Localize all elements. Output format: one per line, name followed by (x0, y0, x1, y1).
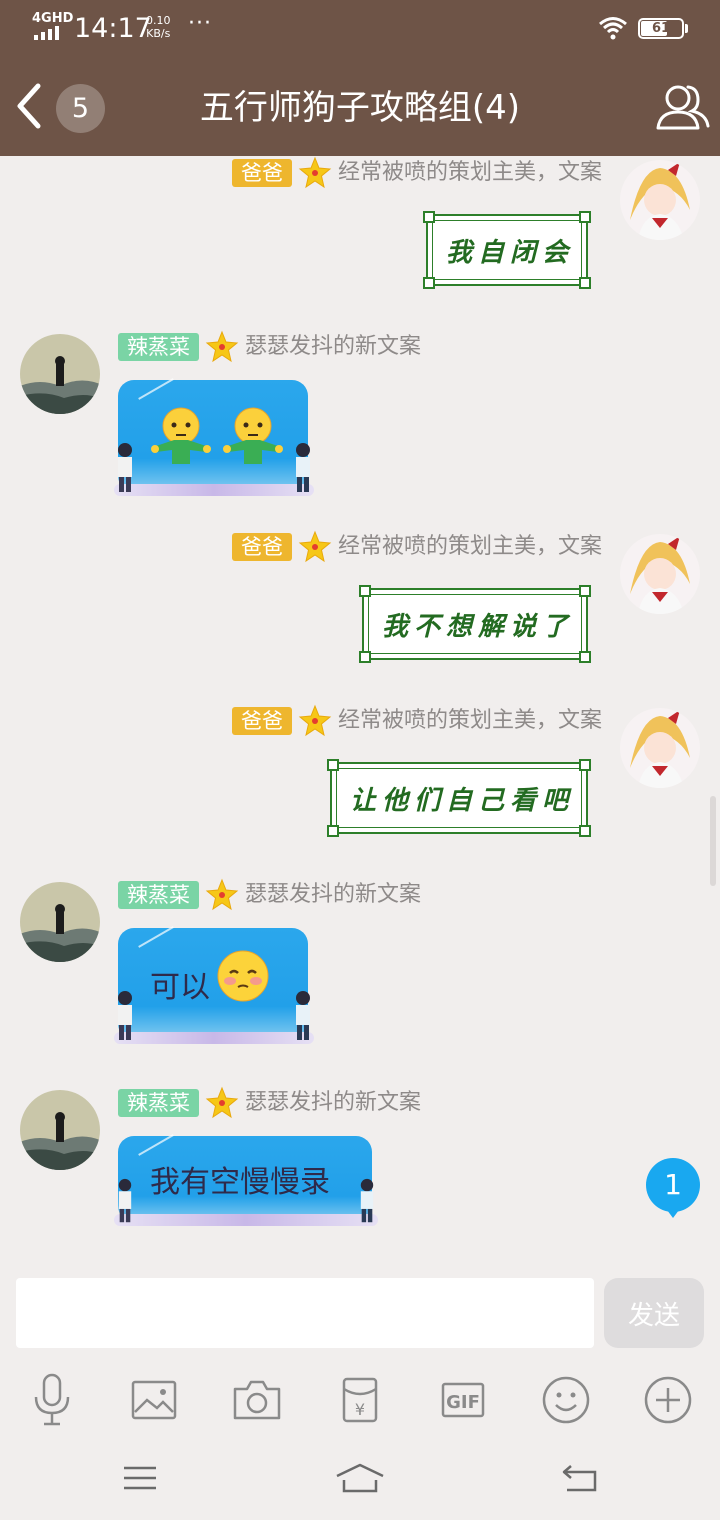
message-meta: 辣蒸菜 瑟瑟发抖的新文案 (118, 878, 421, 912)
star-icon (298, 156, 332, 189)
home-button[interactable] (330, 1456, 390, 1500)
network-speed: 0.10 KB/s (146, 14, 171, 40)
message-bubble[interactable]: 我自闭会 (423, 211, 591, 289)
avatar[interactable] (20, 882, 100, 962)
blank-face-shrug-icon (223, 407, 283, 464)
character-sticker-icon (360, 1178, 374, 1223)
emoji-button[interactable] (534, 1368, 598, 1432)
plus-icon (644, 1376, 692, 1424)
avatar[interactable] (20, 334, 100, 414)
camera-icon (233, 1380, 281, 1420)
message-text: 让他们自己看吧 (349, 785, 574, 816)
menu-icon (124, 1466, 156, 1490)
blank-face-shrug-icon (151, 407, 211, 464)
chat-header: 5 五行师狗子攻略组(4) (0, 56, 720, 156)
send-button[interactable]: 发送 (604, 1278, 704, 1348)
message-bubble[interactable]: 我不想解说了 (359, 585, 591, 663)
member-title-badge: 辣蒸菜 (118, 881, 199, 909)
wifi-icon (599, 17, 627, 40)
message-meta: 爸爸 经常被喷的策划主美，文案 (231, 156, 602, 190)
member-rank-text: 经常被喷的策划主美，文案 (337, 534, 602, 559)
image-icon (131, 1380, 177, 1420)
chevron-left-icon (17, 83, 41, 129)
group-members-button[interactable] (654, 78, 712, 136)
message-list[interactable]: 爸爸 经常被喷的策划主美，文案 我自闭会 辣蒸菜 瑟瑟发抖的新文案 爸爸 经常被… (0, 156, 720, 1268)
message-bubble[interactable]: 可以 (114, 926, 314, 1044)
red-envelope-button[interactable]: ¥ (328, 1368, 392, 1432)
member-title-badge: 辣蒸菜 (118, 1089, 199, 1117)
shy-face-icon (217, 950, 269, 1002)
message-meta: 爸爸 经常被喷的策划主美，文案 (231, 530, 602, 564)
message-meta: 爸爸 经常被喷的策划主美，文案 (231, 704, 602, 738)
avatar[interactable] (620, 534, 700, 614)
emoji-icon (542, 1376, 590, 1424)
star-icon (298, 704, 332, 737)
network-speed-value: 0.10 (146, 14, 171, 27)
avatar[interactable] (20, 1090, 100, 1170)
avatar[interactable] (620, 708, 700, 788)
star-icon (298, 530, 332, 563)
character-sticker-icon (118, 991, 132, 1040)
member-rank-text: 经常被喷的策划主美，文案 (337, 708, 602, 733)
red-envelope-icon: ¥ (342, 1377, 378, 1423)
member-rank-text: 瑟瑟发抖的新文案 (245, 1090, 422, 1115)
message-meta: 辣蒸菜 瑟瑟发抖的新文案 (118, 330, 421, 364)
message-text: 我有空慢慢录 (150, 1165, 330, 1200)
character-sticker-icon (118, 443, 132, 492)
image-button[interactable] (122, 1368, 186, 1432)
star-icon (205, 878, 239, 911)
home-icon (336, 1463, 384, 1493)
star-icon (205, 1086, 239, 1119)
message-bubble[interactable] (114, 378, 314, 496)
battery-level: 61 (651, 21, 671, 36)
clock: 14:17 (74, 13, 152, 44)
back-button[interactable] (8, 78, 52, 134)
avatar[interactable] (620, 160, 700, 240)
star-icon (205, 330, 239, 363)
character-sticker-icon (118, 1178, 132, 1223)
back-nav-button[interactable] (550, 1456, 610, 1500)
member-title-badge: 爸爸 (231, 159, 292, 187)
more-button[interactable] (636, 1368, 700, 1432)
message-text: 我不想解说了 (381, 611, 574, 642)
page-title: 五行师狗子攻略组(4) (199, 88, 521, 128)
gif-button[interactable]: GIF (431, 1368, 495, 1432)
gif-icon: GIF (441, 1382, 485, 1418)
input-toolbar: ¥ GIF (0, 1362, 720, 1438)
back-icon (562, 1465, 597, 1492)
member-title-badge: 辣蒸菜 (118, 333, 199, 361)
message-input[interactable] (16, 1278, 594, 1348)
message-text: 我自闭会 (445, 237, 574, 268)
message-text: 可以 (150, 970, 210, 1005)
system-navigation-bar (0, 1438, 720, 1520)
message-bubble[interactable]: 我有空慢慢录 (114, 1134, 378, 1226)
member-title-badge: 爸爸 (231, 707, 292, 735)
network-type: 4GHD (32, 11, 74, 26)
group-members-icon (656, 85, 710, 130)
network-speed-unit: KB/s (146, 27, 171, 40)
message-bubble[interactable]: 让他们自己看吧 (327, 759, 591, 837)
menu-button[interactable] (110, 1456, 170, 1500)
character-sticker-icon (296, 991, 310, 1040)
message-meta: 辣蒸菜 瑟瑟发抖的新文案 (118, 1086, 421, 1120)
member-rank-text: 瑟瑟发抖的新文案 (245, 334, 422, 359)
svg-text:GIF: GIF (446, 1392, 480, 1413)
battery-icon: 61 (638, 18, 684, 39)
status-bar: 4GHD 14:17 0.10 KB/s ··· 61 (0, 0, 720, 56)
signal-icon (34, 26, 59, 40)
scrollbar[interactable] (710, 796, 716, 886)
new-messages-indicator-tail (664, 1206, 682, 1218)
camera-button[interactable] (225, 1368, 289, 1432)
member-rank-text: 瑟瑟发抖的新文案 (245, 882, 422, 907)
member-title-badge: 爸爸 (231, 533, 292, 561)
voice-button[interactable] (20, 1368, 84, 1432)
member-rank-text: 经常被喷的策划主美，文案 (337, 160, 602, 185)
character-sticker-icon (296, 443, 310, 492)
more-notifications-icon: ··· (188, 11, 212, 36)
new-messages-indicator[interactable]: 1 (646, 1158, 700, 1212)
microphone-icon (34, 1373, 70, 1426)
svg-text:¥: ¥ (355, 1400, 365, 1419)
composer: 发送 (0, 1268, 720, 1362)
unread-count-badge[interactable]: 5 (56, 84, 105, 133)
